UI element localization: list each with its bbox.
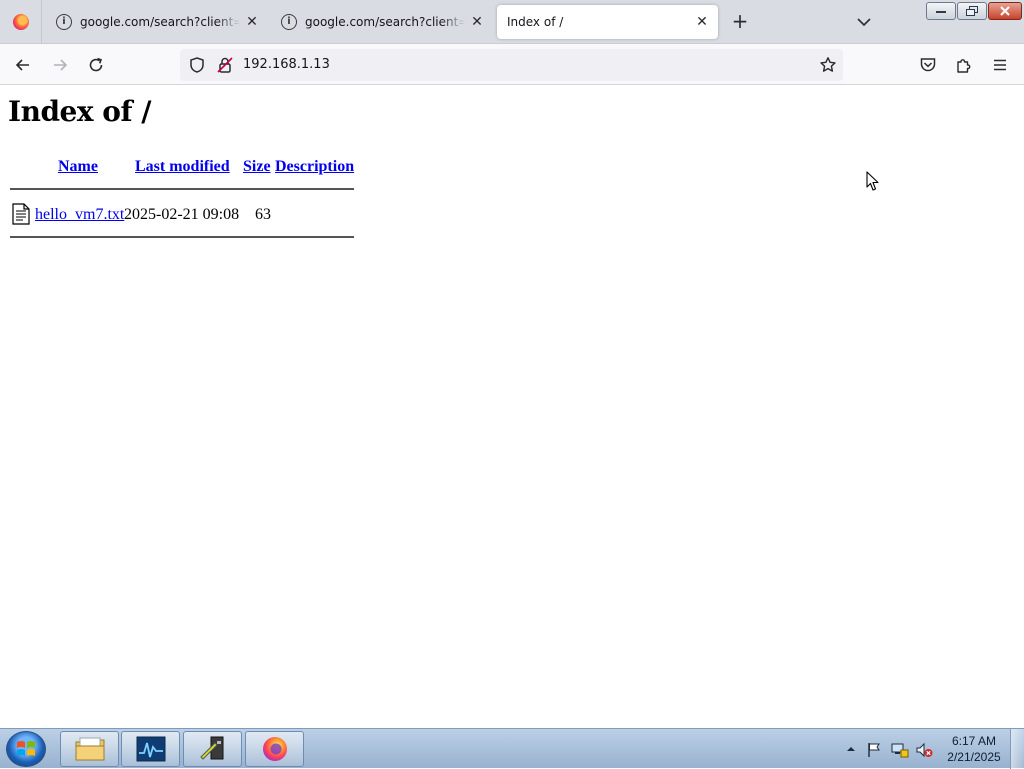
restore-icon bbox=[966, 6, 978, 16]
address-bar[interactable]: 192.168.1.13 bbox=[180, 49, 843, 81]
taskbar-file-explorer[interactable] bbox=[60, 731, 119, 767]
text-file-icon bbox=[12, 203, 30, 225]
tab-title: google.com/search?client=firefox-b-d&q= bbox=[305, 15, 465, 29]
taskbar-firefox[interactable] bbox=[245, 731, 304, 767]
new-tab-button[interactable]: + bbox=[728, 10, 752, 34]
volume-muted-icon[interactable] bbox=[915, 742, 933, 758]
tab-title: google.com/search?client=firefox-b-d&q= bbox=[80, 15, 240, 29]
minimize-button[interactable] bbox=[926, 2, 956, 20]
back-arrow-icon bbox=[15, 59, 29, 71]
network-icon[interactable] bbox=[891, 742, 909, 758]
file-link-hello-vm7[interactable]: hello_vm7.txt bbox=[35, 206, 124, 224]
file-size: 63 bbox=[255, 206, 271, 223]
action-center-flag-icon[interactable] bbox=[866, 742, 882, 758]
info-icon: i bbox=[281, 14, 297, 30]
windows-logo-icon bbox=[17, 741, 35, 756]
start-button[interactable] bbox=[6, 731, 46, 767]
puzzle-piece-icon bbox=[957, 59, 971, 73]
tracking-protection-shield-icon[interactable] bbox=[188, 56, 206, 74]
taskbar-tools-app[interactable] bbox=[183, 731, 242, 767]
clock-date: 2/21/2025 bbox=[947, 750, 1001, 764]
hamburger-menu-icon bbox=[994, 59, 1006, 71]
close-window-button[interactable] bbox=[988, 2, 1022, 20]
mouse-pointer-icon bbox=[866, 171, 879, 191]
list-all-tabs-button[interactable] bbox=[853, 12, 875, 32]
show-hidden-icons[interactable] bbox=[846, 745, 856, 753]
back-button[interactable] bbox=[10, 52, 36, 78]
show-desktop-button[interactable] bbox=[1010, 729, 1024, 769]
resource-monitor-icon bbox=[136, 736, 165, 762]
chevron-down-icon bbox=[857, 18, 871, 27]
navigation-toolbar: 192.168.1.13 bbox=[0, 44, 1024, 85]
taskbar: 6:17 AM 2/21/2025 bbox=[0, 728, 1024, 769]
column-header-last-modified[interactable]: Last modified bbox=[135, 158, 230, 176]
close-icon bbox=[1000, 6, 1010, 16]
tab-bar: i google.com/search?client=firefox-b-d&q… bbox=[0, 0, 1024, 44]
tab-title: Index of / bbox=[507, 15, 564, 29]
extensions-button[interactable] bbox=[951, 52, 977, 78]
reload-button[interactable] bbox=[83, 52, 109, 78]
taskbar-resource-monitor[interactable] bbox=[121, 731, 180, 767]
pocket-button[interactable] bbox=[915, 52, 941, 78]
firefox-view-button[interactable] bbox=[0, 0, 42, 44]
insecure-lock-icon[interactable] bbox=[216, 56, 234, 74]
column-header-size[interactable]: Size bbox=[243, 158, 271, 176]
file-last-modified: 2025-02-21 09:08 bbox=[124, 206, 240, 223]
close-tab-icon[interactable]: ✕ bbox=[694, 14, 710, 30]
tab-google-search-2[interactable]: i google.com/search?client=firefox-b-d&q… bbox=[271, 5, 493, 39]
minimize-icon bbox=[936, 11, 946, 13]
forward-arrow-icon bbox=[54, 59, 68, 71]
bookmark-star-icon[interactable] bbox=[819, 56, 837, 74]
info-icon: i bbox=[56, 14, 72, 30]
listing-divider-bottom bbox=[10, 236, 354, 238]
tab-google-search-1[interactable]: i google.com/search?client=firefox-b-d&q… bbox=[46, 5, 268, 39]
column-header-description[interactable]: Description bbox=[275, 158, 354, 176]
pocket-icon bbox=[920, 58, 936, 72]
url-text[interactable]: 192.168.1.13 bbox=[243, 57, 330, 72]
page-title: Index of / bbox=[8, 95, 151, 128]
listing-divider-top bbox=[10, 188, 354, 190]
file-explorer-icon bbox=[75, 737, 104, 761]
tools-app-icon bbox=[199, 736, 223, 760]
close-tab-icon[interactable]: ✕ bbox=[244, 14, 260, 30]
app-menu-button[interactable] bbox=[987, 52, 1013, 78]
restore-button[interactable] bbox=[957, 2, 987, 20]
firefox-logo-icon bbox=[12, 14, 29, 30]
column-header-name[interactable]: Name bbox=[58, 158, 98, 176]
close-tab-icon[interactable]: ✕ bbox=[469, 14, 485, 30]
window-controls bbox=[926, 2, 1022, 20]
firefox-icon bbox=[262, 737, 287, 761]
tab-index-of[interactable]: Index of / ✕ bbox=[497, 5, 718, 39]
reload-icon bbox=[89, 57, 103, 72]
clock-time: 6:17 AM bbox=[951, 734, 997, 748]
forward-button[interactable] bbox=[47, 52, 73, 78]
system-clock[interactable]: 6:17 AM 2/21/2025 bbox=[940, 733, 1008, 765]
